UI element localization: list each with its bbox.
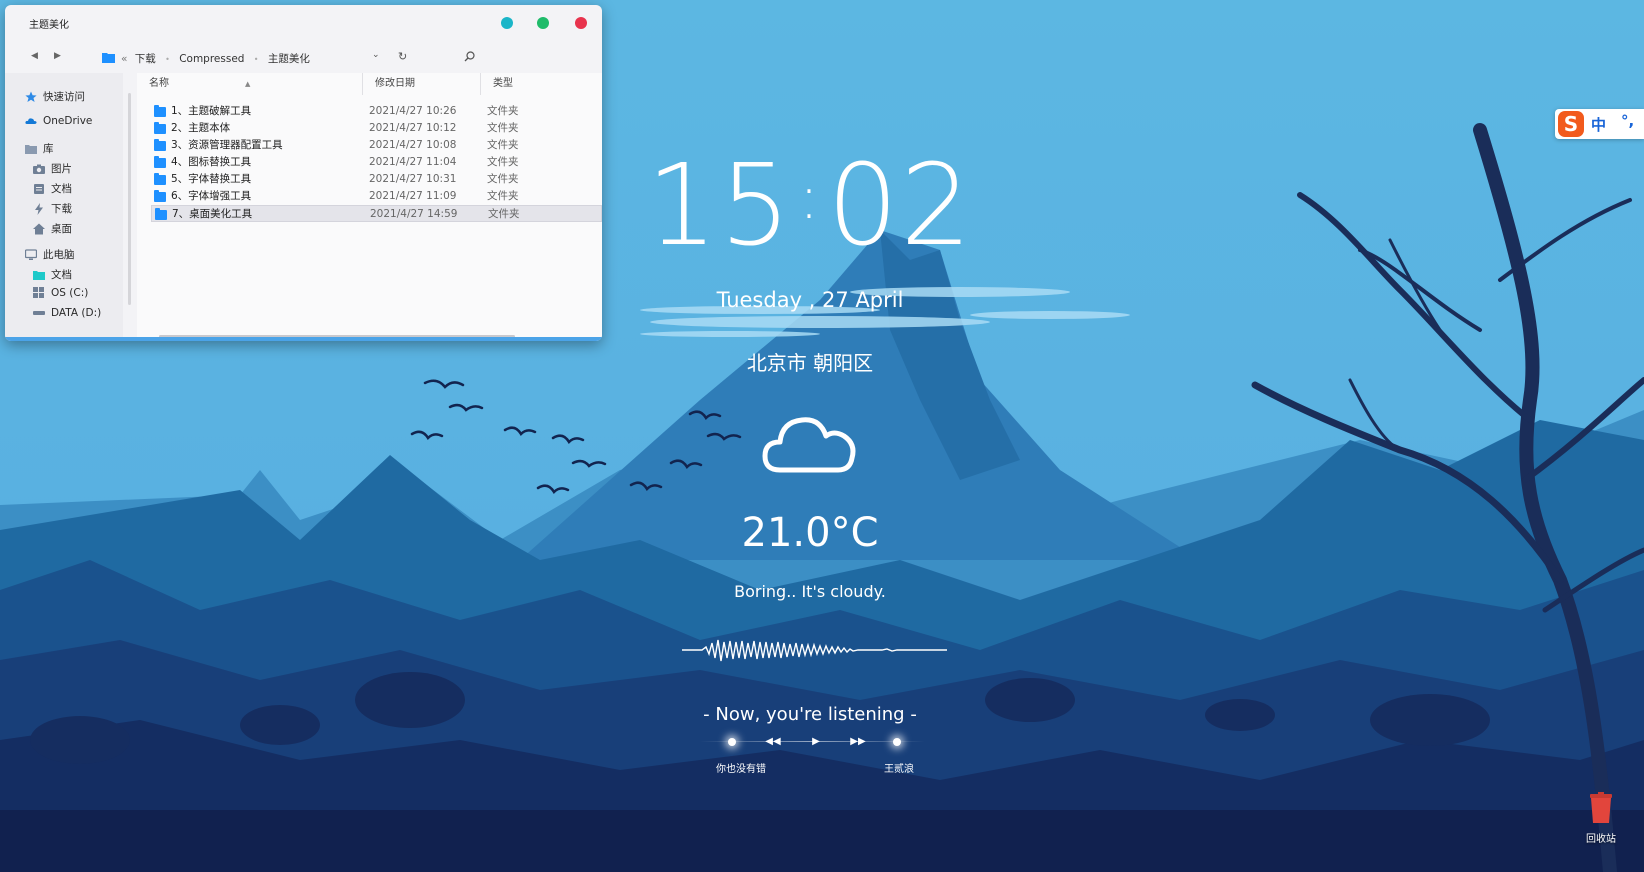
file-row[interactable]: 4、图标替换工具 2021/4/27 11:04 文件夹 [151, 154, 602, 171]
sidebar-item-drive-d[interactable]: DATA (D:) [33, 307, 101, 319]
sogou-logo-icon[interactable]: S [1558, 111, 1584, 137]
folder-icon [154, 104, 166, 117]
column-header-type[interactable]: 类型 [481, 73, 602, 95]
windows-drive-icon [33, 287, 44, 298]
forward-arrow-icon[interactable]: ▶ [54, 51, 61, 61]
date-label: Tuesday , 27 April [716, 288, 904, 312]
library-folder-icon [25, 144, 37, 154]
ime-punctuation-toggle[interactable]: °, [1621, 112, 1634, 130]
breadcrumb[interactable]: « 下载 • Compressed • 主题美化 [103, 51, 310, 66]
sidebar-item-pc-documents[interactable]: 文档 [33, 267, 72, 282]
search-icon[interactable] [464, 51, 475, 62]
ime-mode-toggle[interactable]: 中 [1591, 114, 1606, 135]
folder-icon [154, 172, 166, 185]
title-bar[interactable]: 主题美化 [5, 5, 602, 39]
breadcrumb-item-current[interactable]: 主题美化 [268, 53, 310, 65]
onedrive-cloud-icon [25, 118, 37, 124]
navigation-pane: 快速访问 OneDrive 库 图片 文档 下载 桌面 此电脑 文档 OS (C… [5, 73, 123, 337]
refresh-icon[interactable]: ↻ [398, 50, 407, 63]
minimize-button[interactable] [501, 17, 513, 29]
file-row[interactable]: 1、主题破解工具 2021/4/27 10:26 文件夹 [151, 103, 602, 120]
folder-icon [33, 270, 45, 280]
sidebar-scrollbar[interactable] [128, 93, 131, 305]
clock-hours: 15 [646, 141, 793, 271]
breadcrumb-separator: • [165, 55, 170, 64]
now-listening-label: - Now, you're listening - [703, 704, 917, 725]
breadcrumb-separator: • [253, 55, 259, 64]
home-icon [33, 223, 45, 234]
monitor-icon [25, 248, 37, 260]
column-header-name[interactable]: 名称 ▲ [137, 73, 363, 95]
sort-up-icon: ▲ [245, 80, 251, 88]
breadcrumb-overflow[interactable]: « [121, 53, 127, 65]
breadcrumb-item-downloads[interactable]: 下载 [135, 53, 156, 65]
cloud-icon [762, 417, 856, 473]
folder-icon [154, 138, 166, 151]
input-method-toolbar[interactable]: S 中 °, [1555, 109, 1644, 139]
play-icon[interactable]: ▶ [808, 734, 824, 750]
file-list: 名称 ▲ 修改日期 类型 1、主题破解工具 2021/4/27 10:26 文件… [137, 73, 602, 338]
file-row-selected[interactable]: 7、桌面美化工具 2021/4/27 14:59 文件夹 [151, 205, 602, 222]
song-title[interactable]: 你也没有错 [716, 760, 766, 775]
fast-forward-icon[interactable]: ▶▶ [850, 734, 866, 750]
navigation-bar: ◀ ▶ « 下载 • Compressed • 主题美化 ⌄ ↻ [5, 41, 602, 73]
chevron-down-icon[interactable]: ⌄ [372, 50, 380, 60]
song-artist[interactable]: 王贰浪 [884, 760, 914, 775]
clock-colon: : [798, 163, 822, 233]
recycle-bin[interactable]: 回收站 [1578, 792, 1624, 845]
hard-drive-icon [33, 311, 45, 315]
recycle-bin-label: 回收站 [1586, 834, 1616, 845]
sidebar-item-onedrive[interactable]: OneDrive [25, 115, 92, 127]
breadcrumb-item-compressed[interactable]: Compressed [179, 53, 244, 65]
prev-song-dot[interactable] [728, 738, 736, 746]
folder-icon [154, 189, 166, 202]
sidebar-item-pictures[interactable]: 图片 [33, 161, 72, 176]
window-bottom-accent [5, 337, 602, 341]
trash-can-icon [1590, 792, 1612, 823]
music-player-controls: ◀◀ ▶ ▶▶ [700, 734, 925, 750]
sidebar-item-library[interactable]: 库 [25, 141, 54, 156]
temperature: 21.0°C [741, 510, 879, 556]
file-row[interactable]: 3、资源管理器配置工具 2021/4/27 10:08 文件夹 [151, 137, 602, 154]
sidebar-item-downloads[interactable]: 下载 [33, 201, 72, 216]
document-icon [34, 183, 44, 194]
rewind-icon[interactable]: ◀◀ [765, 734, 781, 750]
clock: 15:02 [600, 150, 1020, 262]
camera-icon [33, 164, 45, 174]
sidebar-item-quick-access[interactable]: 快速访问 [25, 89, 85, 104]
sidebar-item-this-pc[interactable]: 此电脑 [25, 247, 75, 262]
back-arrow-icon[interactable]: ◀ [31, 51, 38, 61]
file-row[interactable]: 2、主题本体 2021/4/27 10:12 文件夹 [151, 120, 602, 137]
folder-icon [155, 207, 167, 220]
sidebar-item-drive-c[interactable]: OS (C:) [33, 287, 88, 299]
file-explorer-window[interactable]: 主题美化 ◀ ▶ « 下载 • Compressed • 主题美化 ⌄ ↻ 快速… [5, 5, 602, 341]
star-icon [25, 91, 37, 102]
city-label: 北京市 朝阳区 [746, 351, 874, 375]
sidebar-item-desktop[interactable]: 桌面 [33, 221, 72, 236]
clock-minutes: 02 [827, 141, 974, 271]
column-header-date[interactable]: 修改日期 [363, 73, 481, 95]
file-row[interactable]: 6、字体增强工具 2021/4/27 11:09 文件夹 [151, 188, 602, 205]
maximize-button[interactable] [537, 17, 549, 29]
folder-icon [154, 121, 166, 134]
folder-icon [154, 155, 166, 168]
sidebar-item-documents[interactable]: 文档 [33, 181, 72, 196]
next-song-dot[interactable] [893, 738, 901, 746]
close-button[interactable] [575, 17, 587, 29]
file-row[interactable]: 5、字体替换工具 2021/4/27 10:31 文件夹 [151, 171, 602, 188]
window-title: 主题美化 [29, 20, 69, 31]
weather-condition: Boring.. It's cloudy. [734, 582, 886, 601]
lightning-icon [35, 202, 43, 215]
audio-waveform [682, 639, 947, 662]
